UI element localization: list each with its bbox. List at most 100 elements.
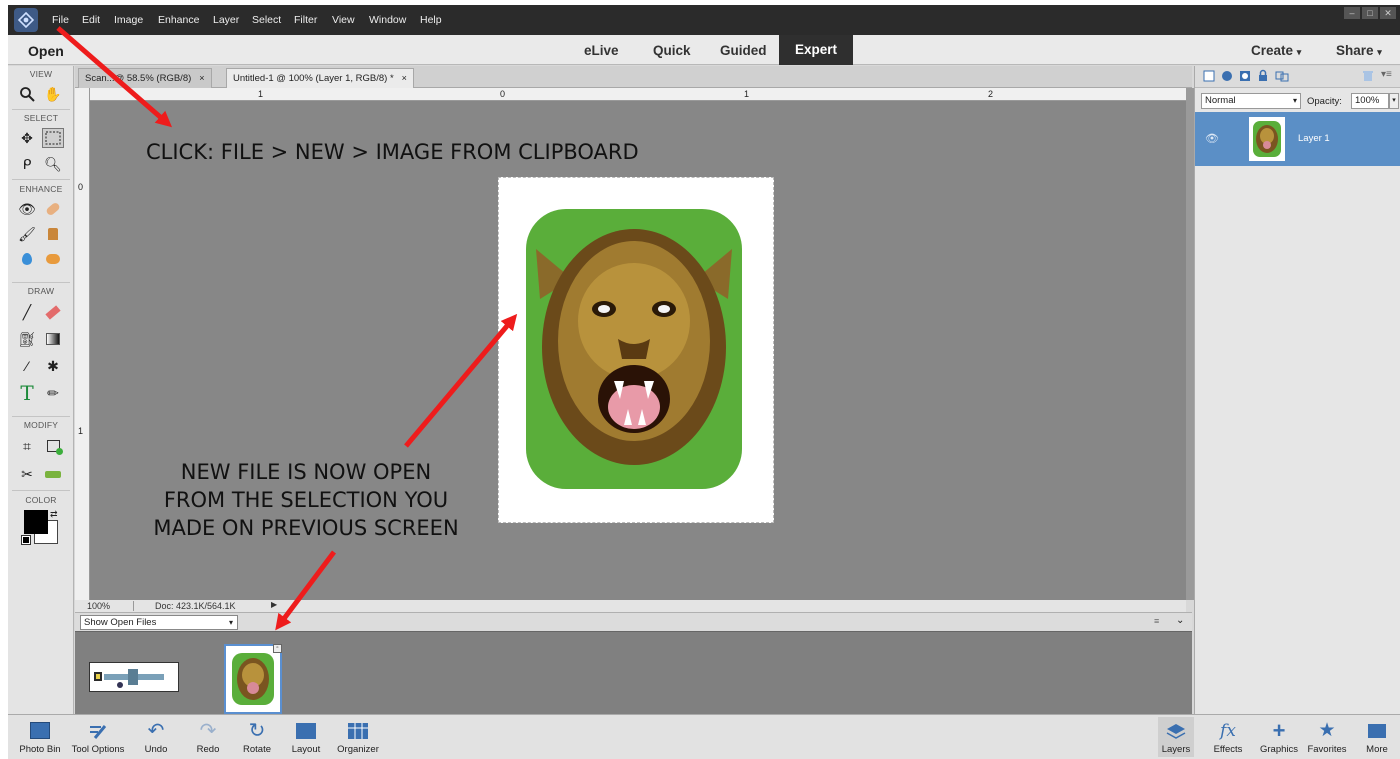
zoom-level[interactable]: 100% xyxy=(87,601,110,611)
organizer-icon xyxy=(348,722,368,739)
menu-enhance[interactable]: Enhance xyxy=(158,14,199,26)
clone-stamp-tool-icon[interactable] xyxy=(42,224,64,244)
eyedropper-tool-icon[interactable]: ⁄ xyxy=(16,356,38,376)
thumbnail-werewolf-selected[interactable]: ▫ xyxy=(224,644,282,714)
move-tool-icon[interactable]: ✥ xyxy=(16,128,38,148)
blend-mode-dropdown[interactable]: Normal ▾ xyxy=(1201,93,1301,109)
open-button[interactable]: Open xyxy=(28,43,64,59)
bb-label: Photo Bin xyxy=(19,744,61,755)
type-tool-icon[interactable]: T xyxy=(16,381,38,405)
panel-menu-icon[interactable]: ▾≡ xyxy=(1381,69,1392,80)
tab-untitled-1[interactable]: Untitled-1 @ 100% (Layer 1, RGB/8) * × xyxy=(226,68,414,88)
quick-selection-tool-icon[interactable]: 🔍︎ xyxy=(42,154,64,174)
photo-bin-header: Show Open Files ▾ ≡ ⌄ xyxy=(75,612,1192,631)
tool-options-button[interactable]: Tool Options xyxy=(68,717,128,755)
brush-tool-icon[interactable]: ╱ xyxy=(16,302,38,322)
lasso-tool-icon[interactable]: ᑭ xyxy=(16,154,38,174)
link-layers-icon[interactable] xyxy=(1275,70,1289,85)
opacity-input[interactable]: 100% xyxy=(1351,93,1389,109)
bin-menu-icon[interactable]: ≡ xyxy=(1154,616,1159,626)
menu-image[interactable]: Image xyxy=(114,14,143,26)
show-open-files-dropdown[interactable]: Show Open Files ▾ xyxy=(80,615,238,630)
thumbnail-badge-icon: ▫ xyxy=(273,644,282,653)
ruler-number: 2 xyxy=(988,89,994,99)
mode-expert[interactable]: Expert xyxy=(779,35,854,65)
bb-label: Layers xyxy=(1161,744,1191,755)
graphics-button[interactable]: + Graphics xyxy=(1256,717,1302,756)
recompose-tool-icon[interactable] xyxy=(42,436,64,456)
status-menu-arrow-icon[interactable]: ▶ xyxy=(271,600,277,609)
minimize-button[interactable]: – xyxy=(1344,7,1360,19)
menu-layer[interactable]: Layer xyxy=(213,14,239,26)
sponge-tool-icon[interactable] xyxy=(42,249,64,269)
opacity-chevron-icon[interactable]: ▾ xyxy=(1389,93,1399,109)
menu-help[interactable]: Help xyxy=(420,14,442,26)
crop-tool-icon[interactable]: ⌗ xyxy=(16,436,38,456)
create-button[interactable]: Create ▾ xyxy=(1251,43,1301,58)
menu-filter[interactable]: Filter xyxy=(294,14,317,26)
paint-bucket-tool-icon[interactable]: ⛽︎ xyxy=(16,329,38,349)
layer-row-layer-1[interactable]: 👁︎ Layer 1 xyxy=(1195,112,1400,166)
chevron-down-icon: ▾ xyxy=(1292,96,1297,105)
custom-shape-tool-icon[interactable]: ✱ xyxy=(42,356,64,376)
menu-window[interactable]: Window xyxy=(369,14,406,26)
note-line: MADE ON PREVIOUS SCREEN xyxy=(153,516,459,540)
vertical-scrollbar[interactable] xyxy=(1186,88,1194,600)
spot-healing-tool-icon[interactable] xyxy=(42,199,64,219)
tab-scan-document[interactable]: Scan...@ 58.5% (RGB/8) × xyxy=(78,68,212,88)
chevron-down-icon: ▾ xyxy=(1296,47,1302,57)
menu-file[interactable]: File xyxy=(52,14,69,26)
smart-brush-tool-icon[interactable]: 🖌︎ xyxy=(16,224,38,244)
blur-tool-icon[interactable] xyxy=(16,249,38,269)
default-colors-icon[interactable] xyxy=(21,535,31,545)
menu-edit[interactable]: Edit xyxy=(82,14,100,26)
swap-colors-icon[interactable]: ⇄ xyxy=(50,509,58,520)
redo-button[interactable]: ↷ Redo xyxy=(189,717,227,755)
lock-icon[interactable] xyxy=(1257,69,1269,85)
more-button[interactable]: More xyxy=(1360,717,1394,755)
marquee-tool-icon[interactable] xyxy=(42,128,64,148)
layers-icon xyxy=(1166,723,1186,739)
layout-icon xyxy=(296,722,316,739)
close-window-button[interactable]: ✕ xyxy=(1380,7,1396,19)
gradient-tool-icon[interactable] xyxy=(42,329,64,349)
layer-mask-icon[interactable] xyxy=(1239,70,1251,85)
share-button[interactable]: Share ▾ xyxy=(1336,43,1382,58)
new-layer-icon[interactable] xyxy=(1203,70,1215,85)
collapse-bin-icon[interactable]: ⌄ xyxy=(1176,615,1184,626)
redo-icon: ↷ xyxy=(199,720,217,742)
eye-visibility-icon[interactable]: 👁︎ xyxy=(1205,132,1219,145)
red-eye-tool-icon[interactable]: 👁︎ xyxy=(16,199,38,219)
layout-button[interactable]: Layout xyxy=(288,717,324,755)
close-tab-icon[interactable]: × xyxy=(199,73,204,83)
photo-bin-button[interactable]: Photo Bin xyxy=(14,717,66,755)
maximize-button[interactable]: □ xyxy=(1362,7,1378,19)
app-logo-icon[interactable] xyxy=(14,8,38,32)
favorites-button[interactable]: ★ Favorites xyxy=(1305,717,1349,755)
mode-elive[interactable]: eLive xyxy=(584,43,619,58)
foreground-color-swatch[interactable] xyxy=(24,510,48,534)
menu-select[interactable]: Select xyxy=(252,14,281,26)
section-draw: DRAW xyxy=(27,286,55,296)
effects-button[interactable]: fx Effects xyxy=(1210,717,1246,756)
menu-view[interactable]: View xyxy=(332,14,355,26)
layer-thumbnail xyxy=(1249,117,1285,161)
section-select: SELECT xyxy=(23,113,59,123)
thumbnail-airplane[interactable] xyxy=(89,662,179,692)
content-aware-move-tool-icon[interactable]: ✂︎ xyxy=(16,464,38,484)
close-tab-icon[interactable]: × xyxy=(402,73,407,83)
mode-guided[interactable]: Guided xyxy=(720,43,767,58)
rotate-button[interactable]: ↻ Rotate xyxy=(236,717,278,755)
trash-icon[interactable] xyxy=(1363,70,1373,85)
hand-tool-icon[interactable]: ✋ xyxy=(42,84,64,104)
layers-button[interactable]: Layers xyxy=(1158,717,1194,757)
layer-name[interactable]: Layer 1 xyxy=(1298,133,1330,144)
pencil-tool-icon[interactable]: ✏︎ xyxy=(42,383,64,403)
zoom-tool-icon[interactable] xyxy=(16,84,38,104)
undo-button[interactable]: ↶ Undo xyxy=(136,717,176,755)
eraser-tool-icon[interactable] xyxy=(42,302,64,322)
fill-layer-icon[interactable] xyxy=(1221,70,1233,85)
mode-quick[interactable]: Quick xyxy=(653,43,691,58)
straighten-tool-icon[interactable] xyxy=(42,464,64,484)
organizer-button[interactable]: Organizer xyxy=(332,717,384,755)
